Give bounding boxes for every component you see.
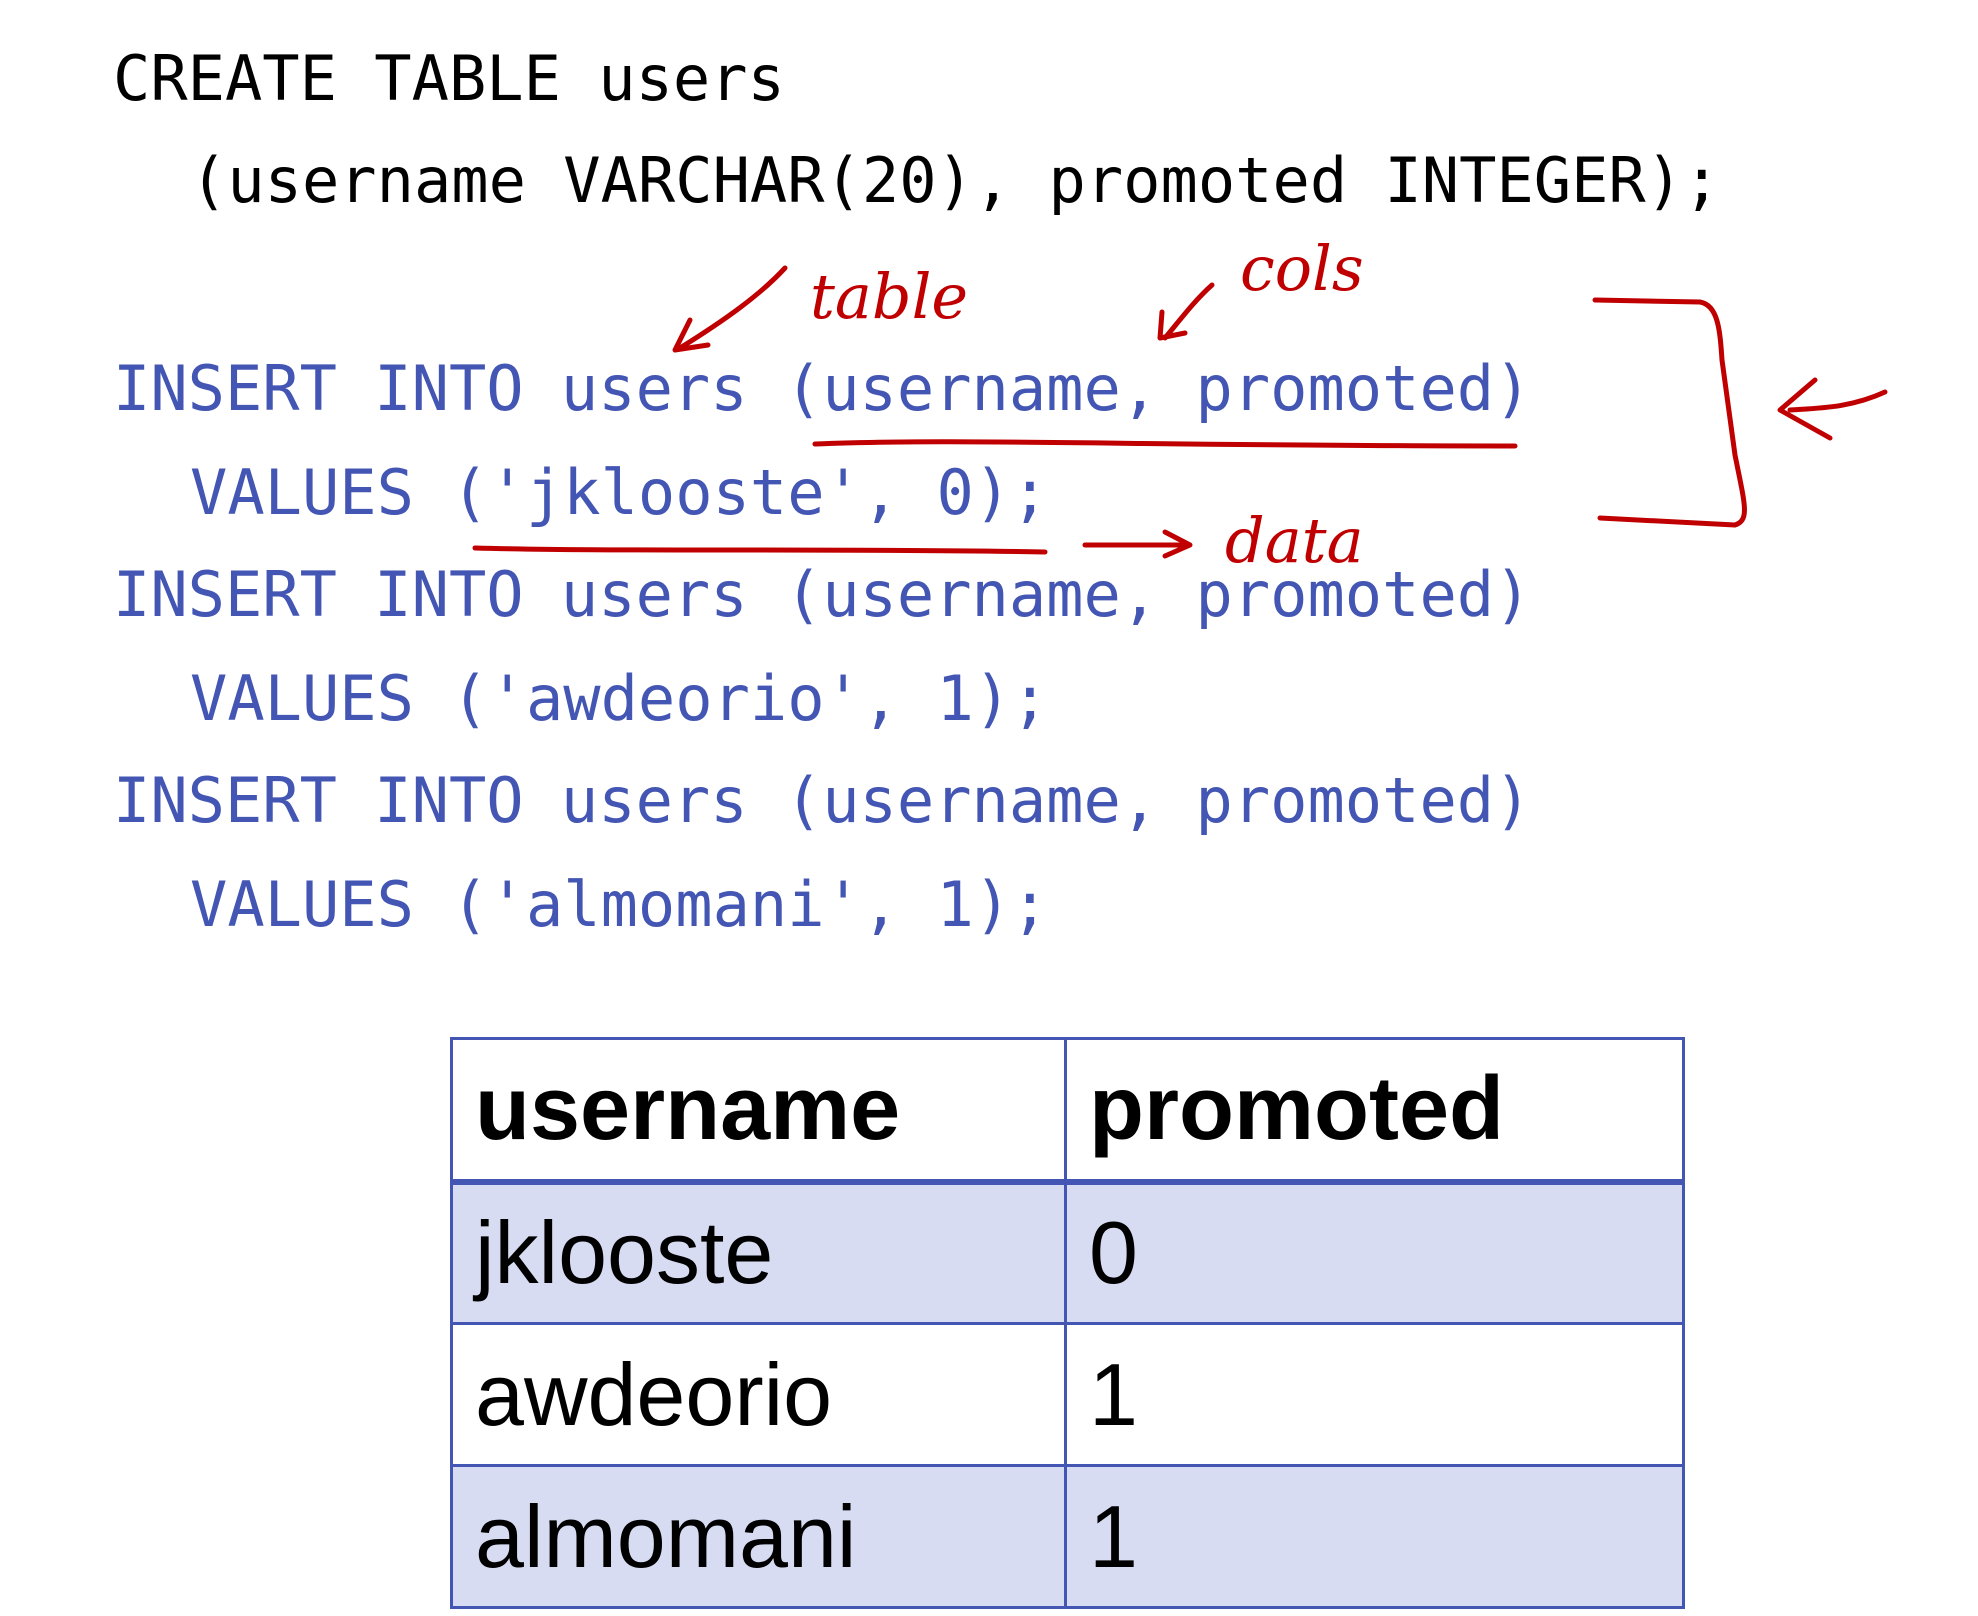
- table-cell-username: jklooste: [450, 1180, 1067, 1325]
- values-clause-line: VALUES ('awdeorio', 1);: [190, 662, 1049, 735]
- table-cell-promoted: 0: [1064, 1180, 1685, 1325]
- insert-statement-line: INSERT INTO users (username, promoted): [113, 352, 1532, 425]
- column-header-promoted: promoted: [1064, 1037, 1685, 1185]
- insert-statement-line: INSERT INTO users (username, promoted): [113, 558, 1532, 631]
- table-arrow-head: [672, 317, 711, 353]
- cols-underline: [812, 439, 1518, 449]
- table-arrow: [677, 265, 788, 351]
- cols-arrow-head: [1157, 309, 1188, 341]
- table-annotation-label: table: [810, 260, 968, 333]
- cols-annotation-label: cols: [1240, 232, 1364, 305]
- data-arrow-head: [1162, 529, 1193, 559]
- table-cell-promoted: 1: [1064, 1464, 1685, 1609]
- values-underline: [472, 545, 1048, 555]
- table-row: awdeorio 1: [450, 1322, 1685, 1467]
- bracket-arrow-head: [1777, 377, 1833, 441]
- bracket-arrow: [1787, 389, 1888, 413]
- table-cell-promoted: 1: [1064, 1322, 1685, 1467]
- create-table-line: CREATE TABLE users: [113, 42, 785, 115]
- column-header-username: username: [450, 1037, 1067, 1185]
- values-clause-line: VALUES ('almomani', 1);: [190, 868, 1049, 941]
- insert-statement-line: INSERT INTO users (username, promoted): [113, 764, 1532, 837]
- table-row: almomani 1: [450, 1464, 1685, 1609]
- users-result-table: username promoted jklooste 0 awdeorio 1 …: [450, 1037, 1685, 1609]
- table-cell-username: almomani: [450, 1464, 1067, 1609]
- statement-bracket: [1592, 297, 1747, 528]
- table-row: jklooste 0: [450, 1180, 1685, 1325]
- create-table-columns-line: (username VARCHAR(20), promoted INTEGER)…: [190, 144, 1721, 217]
- table-cell-username: awdeorio: [450, 1322, 1067, 1467]
- cols-arrow: [1162, 282, 1215, 341]
- values-clause-line: VALUES ('jklooste', 0);: [190, 456, 1049, 529]
- table-header-row: username promoted: [450, 1037, 1685, 1185]
